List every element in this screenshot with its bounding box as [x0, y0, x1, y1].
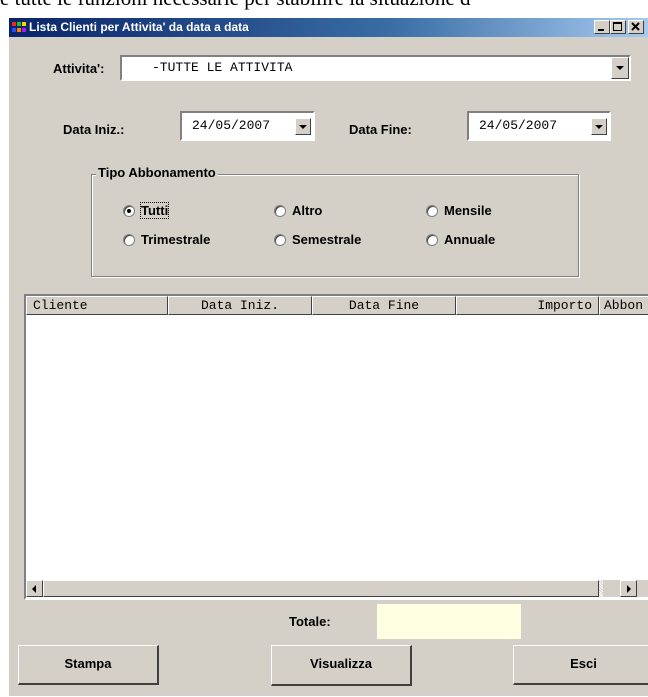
- chevron-down-icon: [595, 124, 603, 129]
- minimize-button[interactable]: [594, 20, 610, 34]
- horizontal-scrollbar[interactable]: [26, 580, 648, 597]
- data-iniz-value: 24/05/2007: [192, 118, 271, 133]
- column-header-data-iniz[interactable]: Data Iniz.: [168, 296, 312, 315]
- data-fine-value: 24/05/2007: [479, 118, 558, 133]
- maximize-button[interactable]: [610, 20, 626, 34]
- radio-altro[interactable]: Altro: [274, 203, 364, 219]
- radio-tutti-label: Tutti: [139, 202, 170, 219]
- stampa-button[interactable]: Stampa: [18, 645, 159, 685]
- radio-unselected-icon: [274, 205, 286, 217]
- esci-button[interactable]: Esci: [513, 645, 648, 685]
- column-header-importo[interactable]: Importo: [456, 296, 599, 315]
- background-document-text: e tutte le funzioni necessarie per stabi…: [0, 0, 648, 10]
- minimize-icon: [598, 29, 604, 31]
- arrow-left-icon: [32, 585, 36, 593]
- title-bar[interactable]: Lista Clienti per Attivita' da data a da…: [9, 18, 648, 37]
- scroll-left-button[interactable]: [26, 580, 43, 597]
- scroll-right-button[interactable]: [620, 580, 637, 597]
- column-header-cliente[interactable]: Cliente: [26, 296, 168, 315]
- totale-label: Totale:: [289, 614, 331, 629]
- radio-trimestrale-label: Trimestrale: [141, 232, 211, 247]
- radio-annuale[interactable]: Annuale: [426, 232, 536, 248]
- data-iniz-label: Data Iniz.:: [63, 122, 125, 137]
- scroll-thumb[interactable]: [43, 580, 599, 597]
- radio-unselected-icon: [426, 234, 438, 246]
- app-icon: [12, 21, 26, 34]
- column-header-abbon[interactable]: Abbon: [599, 296, 648, 315]
- close-icon: [631, 22, 640, 31]
- radio-annuale-label: Annuale: [444, 232, 496, 247]
- window-title: Lista Clienti per Attivita' da data a da…: [29, 20, 249, 34]
- radio-trimestrale[interactable]: Trimestrale: [123, 232, 253, 248]
- radio-tutti[interactable]: Tutti: [123, 202, 203, 219]
- arrow-right-icon: [627, 585, 631, 593]
- radio-semestrale[interactable]: Semestrale: [274, 232, 404, 248]
- data-fine-label: Data Fine:: [349, 122, 412, 137]
- chevron-down-icon: [616, 66, 624, 70]
- radio-unselected-icon: [426, 205, 438, 217]
- tipo-abbonamento-group: Tipo Abbonamento Tutti Altro Mensile Tri…: [91, 165, 579, 277]
- totale-value-field: [377, 604, 521, 639]
- visualizza-button[interactable]: Visualizza: [271, 645, 412, 686]
- tipo-abbonamento-legend: Tipo Abbonamento: [96, 165, 218, 180]
- data-iniz-datepicker[interactable]: 24/05/2007: [180, 111, 315, 141]
- chevron-down-icon: [299, 124, 307, 129]
- radio-semestrale-label: Semestrale: [292, 232, 362, 247]
- attivita-label: Attivita':: [53, 61, 105, 76]
- attivita-combobox[interactable]: -TUTTE LE ATTIVITA: [120, 55, 631, 81]
- clienti-list[interactable]: Cliente Data Iniz. Data Fine Importo Abb…: [24, 294, 648, 600]
- radio-mensile[interactable]: Mensile: [426, 203, 526, 219]
- radio-unselected-icon: [123, 234, 135, 246]
- data-iniz-dropdown-button[interactable]: [295, 118, 311, 135]
- attivita-value: -TUTTE LE ATTIVITA: [152, 60, 293, 75]
- data-fine-dropdown-button[interactable]: [591, 118, 607, 135]
- attivita-dropdown-button[interactable]: [611, 57, 629, 79]
- list-header: Cliente Data Iniz. Data Fine Importo Abb…: [26, 296, 648, 315]
- radio-altro-label: Altro: [292, 203, 323, 218]
- main-window: Lista Clienti per Attivita' da data a da…: [8, 17, 648, 697]
- close-button[interactable]: [628, 20, 644, 34]
- column-header-data-fine[interactable]: Data Fine: [312, 296, 456, 315]
- data-fine-datepicker[interactable]: 24/05/2007: [467, 111, 611, 141]
- radio-unselected-icon: [274, 234, 286, 246]
- maximize-icon: [613, 22, 622, 31]
- radio-selected-icon: [123, 205, 135, 217]
- radio-mensile-label: Mensile: [444, 203, 492, 218]
